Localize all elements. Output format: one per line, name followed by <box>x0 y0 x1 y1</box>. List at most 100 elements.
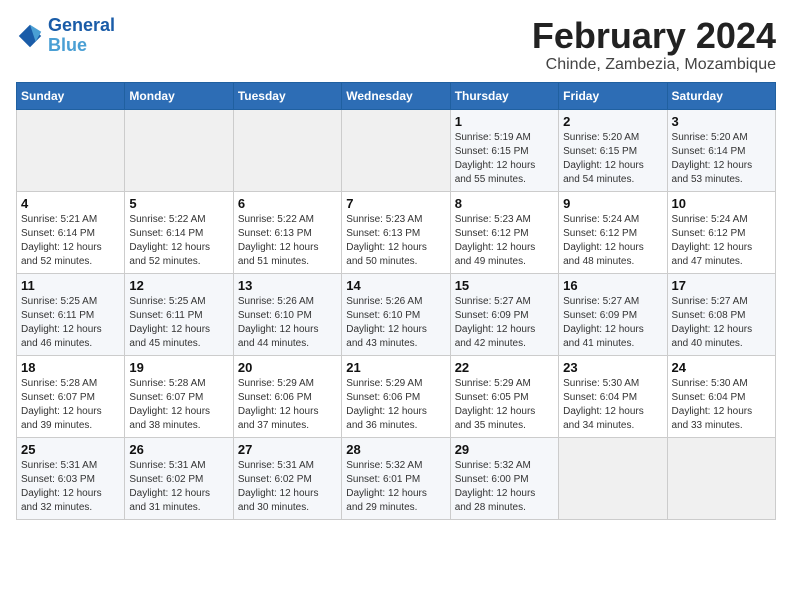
week-row-1: 1 Sunrise: 5:19 AM Sunset: 6:15 PM Daylig… <box>17 109 776 191</box>
day-cell: 8 Sunrise: 5:23 AM Sunset: 6:12 PM Daylig… <box>450 191 558 273</box>
day-cell: 11 Sunrise: 5:25 AM Sunset: 6:11 PM Dayli… <box>17 273 125 355</box>
day-number: 22 <box>455 360 554 375</box>
day-cell: 14Sunrise: 5:26 AM Sunset: 6:10 PM Dayli… <box>342 273 450 355</box>
calendar-body: 1 Sunrise: 5:19 AM Sunset: 6:15 PM Daylig… <box>17 109 776 519</box>
week-row-2: 4Sunrise: 5:21 AM Sunset: 6:14 PM Daylig… <box>17 191 776 273</box>
day-cell: 9 Sunrise: 5:24 AM Sunset: 6:12 PM Daylig… <box>559 191 667 273</box>
day-info: Sunrise: 5:31 AM Sunset: 6:02 PM Dayligh… <box>238 459 337 515</box>
day-cell: 21Sunrise: 5:29 AM Sunset: 6:06 PM Dayli… <box>342 355 450 437</box>
day-number: 5 <box>129 196 228 211</box>
day-cell: 13 Sunrise: 5:26 AM Sunset: 6:10 PM Dayli… <box>233 273 341 355</box>
day-cell: 20Sunrise: 5:29 AM Sunset: 6:06 PM Dayli… <box>233 355 341 437</box>
weekday-header-tuesday: Tuesday <box>233 82 341 109</box>
day-info: Sunrise: 5:20 AM Sunset: 6:15 PM Dayligh… <box>563 131 662 187</box>
day-number: 1 <box>455 114 554 129</box>
weekday-header-thursday: Thursday <box>450 82 558 109</box>
day-number: 19 <box>129 360 228 375</box>
day-info: Sunrise: 5:24 AM Sunset: 6:12 PM Dayligh… <box>672 213 771 269</box>
weekday-header-saturday: Saturday <box>667 82 775 109</box>
day-info: Sunrise: 5:30 AM Sunset: 6:04 PM Dayligh… <box>672 377 771 433</box>
week-row-5: 25 Sunrise: 5:31 AM Sunset: 6:03 PM Dayli… <box>17 437 776 519</box>
day-number: 24 <box>672 360 771 375</box>
day-cell <box>667 437 775 519</box>
day-cell: 7 Sunrise: 5:23 AM Sunset: 6:13 PM Daylig… <box>342 191 450 273</box>
day-info: Sunrise: 5:22 AM Sunset: 6:13 PM Dayligh… <box>238 213 337 269</box>
day-cell <box>233 109 341 191</box>
day-cell: 25 Sunrise: 5:31 AM Sunset: 6:03 PM Dayli… <box>17 437 125 519</box>
day-info: Sunrise: 5:19 AM Sunset: 6:15 PM Dayligh… <box>455 131 554 187</box>
day-cell: 28 Sunrise: 5:32 AM Sunset: 6:01 PM Dayli… <box>342 437 450 519</box>
day-info: Sunrise: 5:28 AM Sunset: 6:07 PM Dayligh… <box>129 377 228 433</box>
week-row-4: 18 Sunrise: 5:28 AM Sunset: 6:07 PM Dayli… <box>17 355 776 437</box>
day-info: Sunrise: 5:31 AM Sunset: 6:02 PM Dayligh… <box>129 459 228 515</box>
day-number: 2 <box>563 114 662 129</box>
day-info: Sunrise: 5:23 AM Sunset: 6:12 PM Dayligh… <box>455 213 554 269</box>
day-number: 10 <box>672 196 771 211</box>
day-number: 12 <box>129 278 228 293</box>
day-cell <box>17 109 125 191</box>
day-number: 7 <box>346 196 445 211</box>
day-number: 6 <box>238 196 337 211</box>
day-info: Sunrise: 5:32 AM Sunset: 6:01 PM Dayligh… <box>346 459 445 515</box>
day-info: Sunrise: 5:29 AM Sunset: 6:06 PM Dayligh… <box>238 377 337 433</box>
day-cell: 19 Sunrise: 5:28 AM Sunset: 6:07 PM Dayli… <box>125 355 233 437</box>
day-number: 3 <box>672 114 771 129</box>
day-info: Sunrise: 5:20 AM Sunset: 6:14 PM Dayligh… <box>672 131 771 187</box>
day-number: 27 <box>238 442 337 457</box>
day-number: 17 <box>672 278 771 293</box>
day-info: Sunrise: 5:31 AM Sunset: 6:03 PM Dayligh… <box>21 459 120 515</box>
day-cell: 29 Sunrise: 5:32 AM Sunset: 6:00 PM Dayli… <box>450 437 558 519</box>
day-cell: 23 Sunrise: 5:30 AM Sunset: 6:04 PM Dayli… <box>559 355 667 437</box>
weekday-header-monday: Monday <box>125 82 233 109</box>
day-cell <box>559 437 667 519</box>
day-number: 13 <box>238 278 337 293</box>
day-cell <box>125 109 233 191</box>
day-info: Sunrise: 5:27 AM Sunset: 6:09 PM Dayligh… <box>563 295 662 351</box>
day-cell <box>342 109 450 191</box>
day-cell: 15 Sunrise: 5:27 AM Sunset: 6:09 PM Dayli… <box>450 273 558 355</box>
day-cell: 22 Sunrise: 5:29 AM Sunset: 6:05 PM Dayli… <box>450 355 558 437</box>
day-number: 28 <box>346 442 445 457</box>
day-number: 9 <box>563 196 662 211</box>
day-info: Sunrise: 5:26 AM Sunset: 6:10 PM Dayligh… <box>238 295 337 351</box>
day-info: Sunrise: 5:25 AM Sunset: 6:11 PM Dayligh… <box>21 295 120 351</box>
day-cell: 5 Sunrise: 5:22 AM Sunset: 6:14 PM Daylig… <box>125 191 233 273</box>
day-cell: 2 Sunrise: 5:20 AM Sunset: 6:15 PM Daylig… <box>559 109 667 191</box>
day-info: Sunrise: 5:32 AM Sunset: 6:00 PM Dayligh… <box>455 459 554 515</box>
day-cell: 3 Sunrise: 5:20 AM Sunset: 6:14 PM Daylig… <box>667 109 775 191</box>
logo-text: General Blue <box>48 16 115 56</box>
week-row-3: 11 Sunrise: 5:25 AM Sunset: 6:11 PM Dayli… <box>17 273 776 355</box>
day-number: 18 <box>21 360 120 375</box>
day-number: 29 <box>455 442 554 457</box>
day-number: 4 <box>21 196 120 211</box>
day-info: Sunrise: 5:30 AM Sunset: 6:04 PM Dayligh… <box>563 377 662 433</box>
day-info: Sunrise: 5:24 AM Sunset: 6:12 PM Dayligh… <box>563 213 662 269</box>
day-info: Sunrise: 5:27 AM Sunset: 6:09 PM Dayligh… <box>455 295 554 351</box>
day-info: Sunrise: 5:28 AM Sunset: 6:07 PM Dayligh… <box>21 377 120 433</box>
page-header: General Blue February 2024 Chinde, Zambe… <box>16 16 776 74</box>
day-number: 25 <box>21 442 120 457</box>
page-title: February 2024 <box>532 16 776 56</box>
day-number: 15 <box>455 278 554 293</box>
day-cell: 12Sunrise: 5:25 AM Sunset: 6:11 PM Dayli… <box>125 273 233 355</box>
weekday-header: SundayMondayTuesdayWednesdayThursdayFrid… <box>17 82 776 109</box>
day-number: 8 <box>455 196 554 211</box>
day-number: 23 <box>563 360 662 375</box>
day-cell: 27 Sunrise: 5:31 AM Sunset: 6:02 PM Dayli… <box>233 437 341 519</box>
day-number: 14 <box>346 278 445 293</box>
weekday-header-friday: Friday <box>559 82 667 109</box>
day-info: Sunrise: 5:22 AM Sunset: 6:14 PM Dayligh… <box>129 213 228 269</box>
day-number: 16 <box>563 278 662 293</box>
day-info: Sunrise: 5:29 AM Sunset: 6:05 PM Dayligh… <box>455 377 554 433</box>
day-info: Sunrise: 5:29 AM Sunset: 6:06 PM Dayligh… <box>346 377 445 433</box>
page-subtitle: Chinde, Zambezia, Mozambique <box>532 56 776 74</box>
calendar-table: SundayMondayTuesdayWednesdayThursdayFrid… <box>16 82 776 520</box>
day-cell: 6 Sunrise: 5:22 AM Sunset: 6:13 PM Daylig… <box>233 191 341 273</box>
day-number: 11 <box>21 278 120 293</box>
day-cell: 24 Sunrise: 5:30 AM Sunset: 6:04 PM Dayli… <box>667 355 775 437</box>
day-cell: 18 Sunrise: 5:28 AM Sunset: 6:07 PM Dayli… <box>17 355 125 437</box>
day-cell: 10 Sunrise: 5:24 AM Sunset: 6:12 PM Dayli… <box>667 191 775 273</box>
day-info: Sunrise: 5:23 AM Sunset: 6:13 PM Dayligh… <box>346 213 445 269</box>
day-cell: 16 Sunrise: 5:27 AM Sunset: 6:09 PM Dayli… <box>559 273 667 355</box>
logo-icon <box>16 22 44 50</box>
